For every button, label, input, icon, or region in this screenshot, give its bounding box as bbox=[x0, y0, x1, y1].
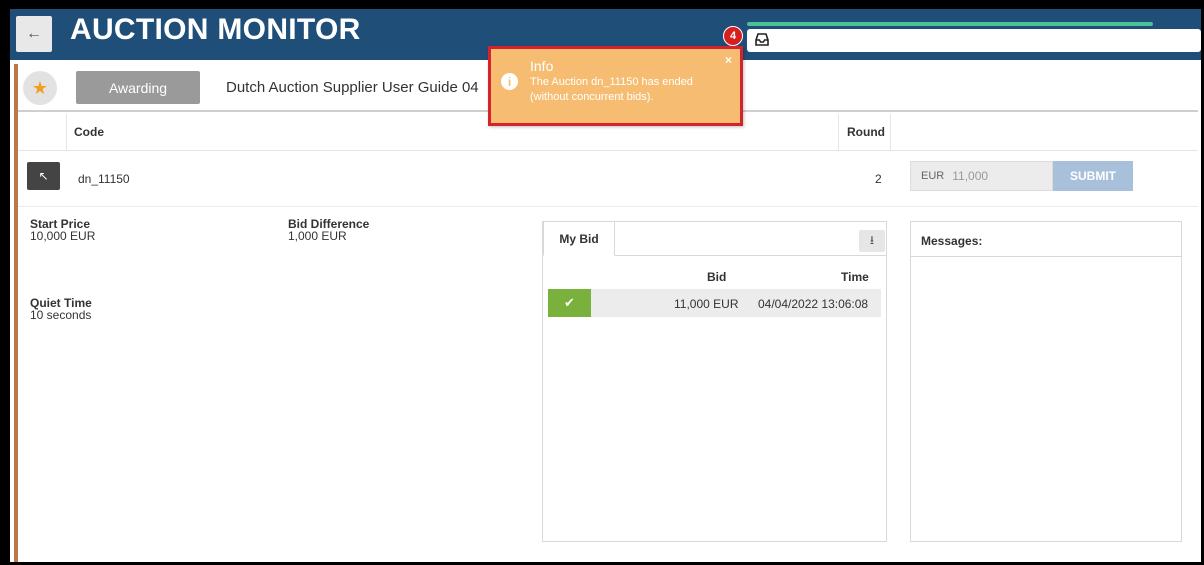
bid-difference-value: 1,000 EUR bbox=[288, 229, 347, 243]
messages-divider bbox=[911, 256, 1181, 257]
window-frame-left bbox=[0, 0, 10, 565]
notification-box[interactable] bbox=[747, 29, 1201, 52]
notification-badge[interactable]: 4 bbox=[723, 26, 743, 46]
bid-currency-label: EUR bbox=[921, 170, 945, 182]
auction-code: dn_11150 bbox=[78, 172, 130, 186]
bid-history-row: ✔ 11,000 EUR 04/04/2022 13:06:08 bbox=[548, 289, 881, 317]
download-icon: ⭳ bbox=[869, 232, 875, 247]
table-row: ↖ dn_11150 2 EUR 11,000 SUBMIT bbox=[18, 152, 1198, 204]
favorite-button[interactable]: ★ bbox=[23, 71, 57, 105]
my-bid-panel: My Bid ⭳ Bid Time ✔ 11,000 EUR 04/04/202… bbox=[542, 221, 887, 542]
start-price-detail: Start Price 10,000 EUR bbox=[30, 218, 95, 242]
inbox-icon bbox=[755, 33, 769, 46]
toast-title: Info bbox=[530, 58, 554, 74]
tab-divider bbox=[615, 255, 887, 256]
start-price-value: 10,000 EUR bbox=[30, 229, 96, 243]
auction-round: 2 bbox=[875, 172, 882, 186]
quiet-time-value: 10 seconds bbox=[30, 308, 92, 322]
column-divider bbox=[838, 114, 839, 151]
messages-title: Messages: bbox=[921, 234, 983, 248]
back-button[interactable]: ← bbox=[16, 16, 52, 52]
check-icon: ✔ bbox=[548, 289, 591, 317]
window-frame-top bbox=[0, 0, 1204, 9]
bid-amount-input[interactable]: EUR 11,000 bbox=[910, 161, 1053, 191]
column-header-round: Round bbox=[847, 125, 885, 139]
bid-difference-detail: Bid Difference 1,000 EUR bbox=[288, 218, 369, 242]
arrow-left-icon: ← bbox=[26, 25, 42, 42]
auction-title: Dutch Auction Supplier User Guide 04 bbox=[226, 79, 479, 96]
auction-details: Start Price 10,000 EUR Bid Difference 1,… bbox=[18, 206, 1198, 562]
info-toast: i Info The Auction dn_11150 has ended (w… bbox=[488, 46, 743, 126]
column-header-code: Code bbox=[74, 125, 104, 139]
quiet-time-detail: Quiet Time 10 seconds bbox=[30, 297, 92, 321]
info-icon: i bbox=[501, 73, 518, 90]
app-title: AUCTION MONITOR bbox=[70, 13, 361, 46]
open-auction-button[interactable]: ↖ bbox=[27, 162, 60, 190]
tab-my-bid[interactable]: My Bid bbox=[543, 221, 615, 256]
status-button[interactable]: Awarding bbox=[76, 71, 200, 104]
close-icon[interactable]: × bbox=[725, 53, 732, 67]
toast-message: The Auction dn_11150 has ended (without … bbox=[530, 76, 693, 103]
submit-button[interactable]: SUBMIT bbox=[1053, 161, 1133, 191]
column-divider bbox=[66, 114, 67, 151]
auction-panel: ★ Awarding Dutch Auction Supplier User G… bbox=[14, 64, 1198, 562]
star-icon: ★ bbox=[31, 77, 49, 98]
bid-column-header: Bid bbox=[707, 270, 727, 284]
progress-bar bbox=[747, 22, 1153, 26]
arrow-up-left-icon: ↖ bbox=[38, 169, 49, 183]
time-column-header: Time bbox=[841, 270, 869, 284]
bid-history-time: 04/04/2022 13:06:08 bbox=[758, 297, 869, 311]
download-button[interactable]: ⭳ bbox=[859, 230, 885, 252]
messages-panel: Messages: bbox=[910, 221, 1182, 542]
bid-amount-value: 11,000 bbox=[952, 169, 989, 183]
bid-history-amount: 11,000 EUR bbox=[674, 297, 739, 311]
column-divider bbox=[890, 114, 891, 151]
